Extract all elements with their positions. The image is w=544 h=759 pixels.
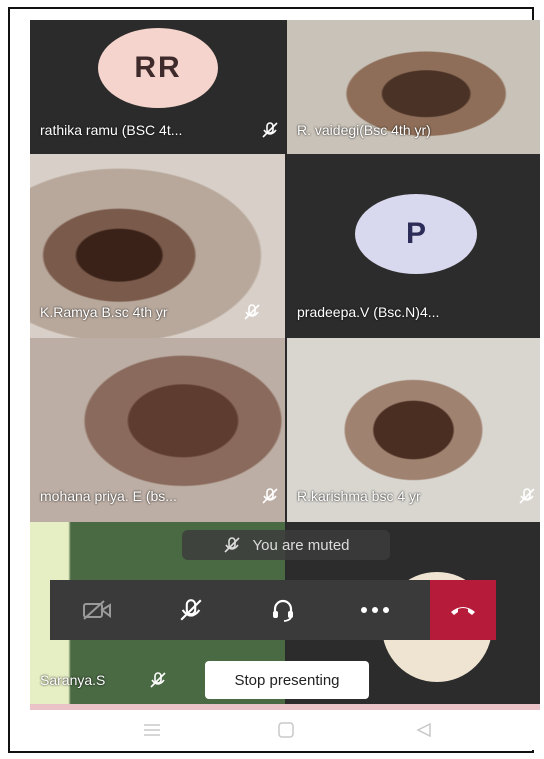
mic-off-icon xyxy=(262,488,278,504)
mic-off-icon xyxy=(224,537,241,553)
camera-toggle-button[interactable] xyxy=(60,580,134,640)
participant-name: Saranya.S xyxy=(40,672,106,688)
participant-name: rathika ramu (BSC 4t... xyxy=(40,122,183,138)
hang-up-icon xyxy=(451,607,475,615)
audio-button[interactable] xyxy=(246,580,320,640)
meeting-screen: RR rathika ramu (BSC 4t... R. vaidegi(Bs… xyxy=(30,20,540,710)
participant-name: K.Ramya B.sc 4th yr xyxy=(40,304,168,320)
more-options-button[interactable] xyxy=(338,580,412,640)
mic-off-icon xyxy=(244,304,260,320)
avatar: RR xyxy=(98,28,218,108)
avatar: P xyxy=(355,194,477,274)
mic-off-icon xyxy=(519,488,535,504)
android-navbar xyxy=(30,710,540,750)
camera-off-icon xyxy=(83,600,111,620)
participant-tile[interactable]: P pradeepa.V (Bsc.N)4... xyxy=(287,154,540,338)
hang-up-button[interactable] xyxy=(430,580,496,640)
back-icon[interactable] xyxy=(414,722,434,738)
muted-toast: You are muted xyxy=(182,530,390,560)
muted-toast-text: You are muted xyxy=(252,536,350,554)
stop-presenting-button[interactable]: Stop presenting xyxy=(205,661,369,699)
participant-tile[interactable]: mohana priya. E (bs... xyxy=(30,338,285,522)
participant-name: mohana priya. E (bs... xyxy=(40,488,177,504)
home-icon[interactable] xyxy=(276,722,296,738)
mic-off-icon xyxy=(262,122,278,138)
call-controls xyxy=(50,580,496,640)
mic-toggle-button[interactable] xyxy=(154,580,228,640)
headset-icon xyxy=(273,599,293,622)
mic-off-icon xyxy=(180,599,202,621)
participant-name: R. vaidegi(Bsc 4th yr) xyxy=(297,122,431,138)
participant-tile[interactable]: R. vaidegi(Bsc 4th yr) xyxy=(287,20,540,154)
menu-icon[interactable] xyxy=(142,722,162,738)
participant-name: R.karishma bsc 4 yr xyxy=(297,488,421,504)
mic-off-icon xyxy=(150,672,166,688)
participant-tile[interactable]: RR rathika ramu (BSC 4t... xyxy=(30,20,285,154)
more-icon xyxy=(361,607,389,613)
participant-tile[interactable]: K.Ramya B.sc 4th yr xyxy=(30,154,285,338)
participant-tile[interactable]: R.karishma bsc 4 yr xyxy=(287,338,540,522)
participant-name: pradeepa.V (Bsc.N)4... xyxy=(297,304,440,320)
